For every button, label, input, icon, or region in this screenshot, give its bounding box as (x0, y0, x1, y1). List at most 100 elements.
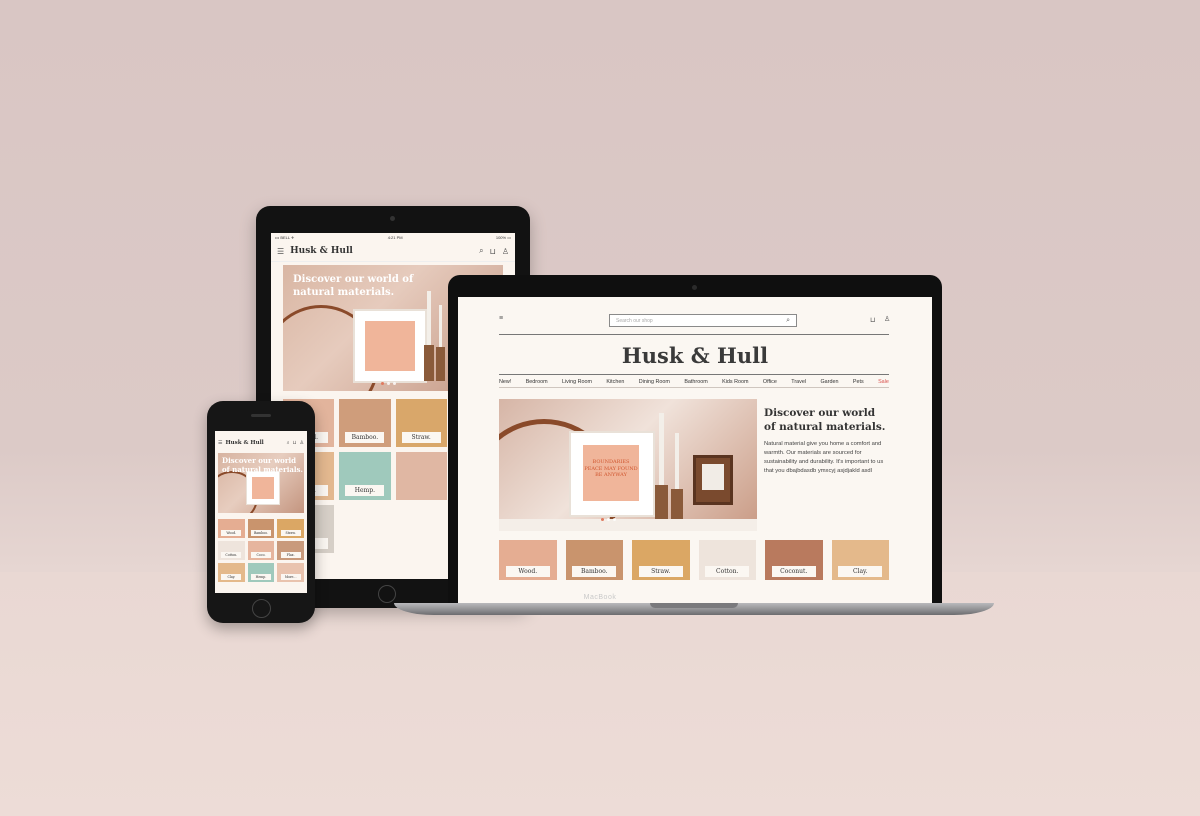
phone-category-tile[interactable]: Straw. (277, 519, 304, 538)
nav-item[interactable]: Sale (878, 379, 889, 385)
nav-item[interactable]: Office (763, 379, 777, 385)
phone-category-tile-label: Wood. (221, 530, 242, 537)
tablet-category-tile[interactable]: Hemp. (339, 452, 391, 500)
phone-category-grid: Wood. Bamboo. Straw. Cotton. Coco. Flax. Clay.… (218, 519, 304, 582)
phone-category-tile-label: Flax. (280, 552, 301, 559)
phone-category-tile[interactable]: Wood. (218, 519, 245, 538)
phone-category-tile[interactable]: Clay. (218, 563, 245, 582)
search-input[interactable]: Search our shop ⌕ (609, 314, 797, 327)
search-icon[interactable]: ⌕ (479, 246, 483, 256)
frame-decor: BOUNDARIES PEACE MAY FOUND BE ANYWAY (569, 431, 655, 517)
menu-icon[interactable]: ☰ (277, 247, 284, 256)
phone-category-tile-label: Bamboo. (250, 530, 272, 537)
candle-decor (659, 413, 664, 487)
laptop-category-tile-label: Straw. (638, 565, 683, 577)
phone-speaker (251, 414, 271, 417)
nav-item[interactable]: Bathroom (684, 379, 707, 385)
status-battery: 100% ▭ (495, 234, 511, 240)
search-placeholder: Search our shop (616, 317, 653, 324)
tablet-header: ☰ Husk & Hull ⌕ ⊔ ♙ (271, 241, 515, 262)
basket-icon[interactable]: ⊔ (293, 440, 297, 446)
nav-item[interactable]: Kitchen (606, 379, 624, 385)
phone-category-tile-label: Clay. (221, 574, 242, 581)
nav-item[interactable]: Kids Room (722, 379, 748, 385)
menu-icon[interactable]: ≡ (499, 315, 503, 322)
nav-item[interactable]: Garden (820, 379, 838, 385)
tablet-status-bar: ••• BELL ✈ 4:21 PM 100% ▭ (271, 233, 515, 241)
carousel-dots[interactable] (601, 518, 616, 521)
main-nav: New! Bedroom Living Room Kitchen Dining Room… (499, 379, 889, 385)
laptop-category-tile[interactable]: Cotton. (698, 540, 756, 580)
tablet-category-tile[interactable] (395, 452, 447, 500)
laptop-category-tile-label: Coconut. (771, 565, 816, 577)
phone-category-tile[interactable]: Bamboo. (247, 519, 275, 538)
account-icon[interactable]: ♙ (502, 247, 509, 256)
laptop-hero-image[interactable]: BOUNDARIES PEACE MAY FOUND BE ANYWAY (499, 399, 757, 531)
laptop-base (394, 603, 994, 615)
basket-icon[interactable]: ⊔ (870, 316, 875, 324)
laptop-brand-label: MacBook (583, 594, 617, 601)
laptop-category-tile[interactable]: Clay. (831, 540, 889, 580)
laptop-category-tile[interactable]: Bamboo. (565, 540, 623, 580)
search-icon[interactable]: ⌕ (786, 317, 790, 325)
phone-category-tile[interactable]: Flax. (277, 541, 304, 560)
laptop-category-tile-label: Cotton. (705, 565, 750, 577)
tablet-camera (390, 216, 395, 221)
phone-screen: ☰ Husk & Hull ⌕ ⊔ ♙ Discover our world o… (215, 431, 307, 593)
tablet-category-tile-label: Straw. (401, 431, 441, 444)
nav-item[interactable]: Dining Room (639, 379, 670, 385)
carousel-dots[interactable] (381, 382, 396, 385)
nav-item[interactable]: Bedroom (526, 379, 548, 385)
tablet-category-tile-label: Hemp. (345, 484, 385, 497)
phone-hero[interactable]: Discover our world of natural materials. (218, 453, 304, 513)
poster-decor (365, 321, 415, 371)
nav-divider (499, 374, 889, 375)
hero-body: Natural material give you home a comfort… (764, 441, 884, 475)
tablet-hero-title: Discover our world of natural materials. (293, 274, 414, 298)
phone-category-tile-label: Straw. (280, 530, 301, 537)
phone-logo[interactable]: Husk & Hull (225, 440, 283, 446)
nav-item[interactable]: Pets (853, 379, 864, 385)
phone-category-tile[interactable]: Coco. (247, 541, 275, 560)
laptop-hinge-notch (650, 603, 738, 608)
laptop-category-tile[interactable]: Coconut. (765, 540, 823, 580)
nav-item[interactable]: New! (499, 379, 511, 385)
phone-category-tile-label: Coco. (250, 552, 272, 559)
tablet-category-tile[interactable]: Bamboo. (339, 399, 391, 447)
nav-divider-bottom (499, 387, 889, 388)
phone-category-tile-label: More... (280, 574, 301, 581)
search-icon[interactable]: ⌕ (287, 440, 290, 446)
tablet-category-tile[interactable]: Straw. (395, 399, 447, 447)
phone-header: ☰ Husk & Hull ⌕ ⊔ ♙ (215, 437, 307, 449)
account-icon[interactable]: ♙ (884, 315, 890, 323)
nav-item[interactable]: Living Room (562, 379, 592, 385)
status-time: 4:21 PM (387, 234, 403, 240)
tablet-logo[interactable]: Husk & Hull (290, 246, 473, 256)
candle-decor (675, 433, 679, 491)
nav-item[interactable]: Travel (791, 379, 806, 385)
shelf-decor (499, 519, 757, 531)
candle-decor (427, 291, 431, 347)
laptop-category-tile[interactable]: Wood. (499, 540, 557, 580)
phone-category-tile-label: Hemp. (250, 574, 272, 581)
poster-decor (252, 477, 274, 499)
basket-icon[interactable]: ⊔ (490, 247, 496, 256)
laptop-device: ≡ Search our shop ⌕ ⊔ ♙ Husk & Hull New!… (448, 275, 942, 608)
laptop-category-tile[interactable]: Straw. (632, 540, 690, 580)
site-logo[interactable]: Husk & Hull (458, 343, 932, 368)
phone-category-tile[interactable]: More... (277, 563, 304, 582)
account-icon[interactable]: ♙ (300, 440, 304, 446)
phone-home-button[interactable] (252, 599, 271, 618)
hero-copy: Discover our world of natural materials.… (764, 407, 890, 476)
menu-icon[interactable]: ☰ (218, 440, 222, 446)
phone-category-tile[interactable]: Cotton. (218, 541, 245, 560)
frame-decor (246, 471, 280, 505)
status-carrier: ••• BELL ✈ (275, 234, 295, 240)
phone-category-tile[interactable]: Hemp. (247, 563, 275, 582)
laptop-screen: ≡ Search our shop ⌕ ⊔ ♙ Husk & Hull New!… (458, 297, 932, 603)
header-divider (499, 334, 889, 335)
clock-decor (693, 455, 733, 505)
phone-device: ☰ Husk & Hull ⌕ ⊔ ♙ Discover our world o… (207, 401, 315, 623)
candle-holder-decor (424, 345, 434, 381)
candle-decor (439, 305, 442, 349)
